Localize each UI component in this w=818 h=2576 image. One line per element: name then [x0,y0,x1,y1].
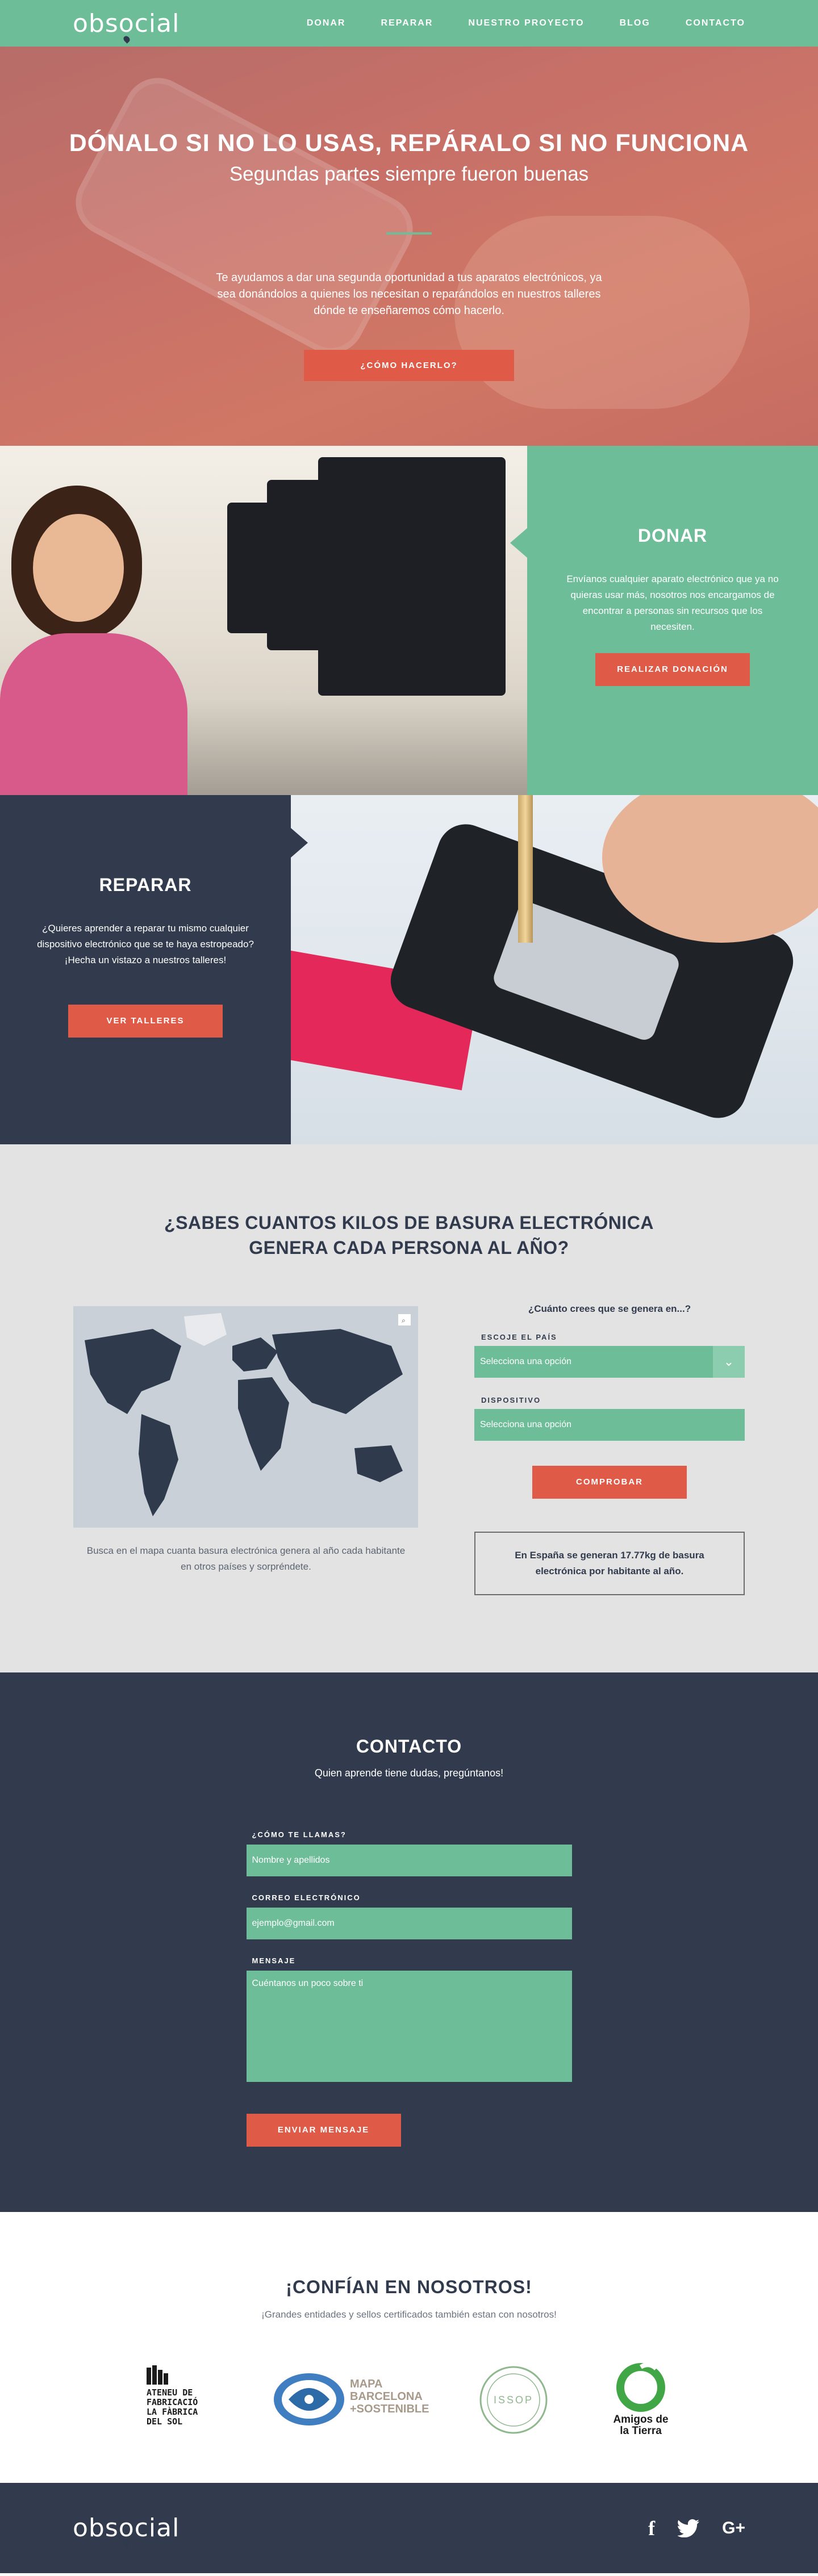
main-menu: DONAR REPARAR NUESTRO PROYECTO BLOG CONT… [307,18,745,28]
enviar-mensaje-button[interactable]: ENVIAR MENSAJE [246,2114,401,2147]
logo[interactable]: obso cial [73,9,180,44]
logo-text-end: cial [134,9,180,38]
partners-section: ¡CONFÍAN EN NOSOTROS! ¡Grandes entidades… [0,2212,818,2483]
world-map-graphic: ⌕ [73,1306,418,1528]
mapa-barcelona-sostenible-logo[interactable]: MAPA BARCELONA +SOSTENIBLE [272,2371,429,2433]
donar-title: DONAR [637,525,708,546]
amigos-de-la-tierra-logo[interactable]: Amigos de la Tierra [604,2362,678,2441]
reparar-title: REPARAR [99,875,192,895]
nav-donar[interactable]: DONAR [307,18,346,28]
hero-divider [386,232,432,235]
nav-blog[interactable]: BLOG [620,18,650,28]
reparar-panel: REPARAR ¿Quieres aprender a reparar tu m… [0,795,308,1144]
children-computers-photo [0,446,527,795]
device-select-value: Selecciona una opción [480,1420,572,1429]
phone-repair-photo [291,795,818,1144]
device-label: DISPOSITIVO [481,1396,541,1404]
partners-title: ¡CONFÍAN EN NOSOTROS! [286,2277,532,2297]
reparar-text: ¿Quieres aprender a reparar tu mismo cua… [37,923,254,965]
result-text: En España se generan 17.77kg de basura e… [515,1550,704,1576]
email-field[interactable]: ejemplo@gmail.com [246,1908,572,1939]
comprobar-button[interactable]: COMPROBAR [532,1466,687,1499]
email-label: CORREO ELECTRÓNICO [252,1893,361,1902]
ewaste-title: ¿SABES CUANTOS KILOS DE BASURA ELECTRÓNI… [164,1212,654,1258]
contact-form: ¿CÓMO TE LLAMAS? Nombre y apellidos CORR… [246,1830,572,2147]
contact-section: CONTACTO Quien aprende tiene dudas, preg… [0,1672,818,2212]
issop-logo[interactable]: ISSOP [479,2365,548,2435]
footer-logo[interactable]: obso cial [73,2514,180,2548]
result-box: En España se generan 17.77kg de basura e… [474,1532,745,1595]
realizar-donacion-button[interactable]: REALIZAR DONACIÓN [595,653,750,686]
ewaste-quiz: ¿Cuánto crees que se genera en...? ESCOJ… [474,1303,745,1595]
name-field[interactable]: Nombre y apellidos [246,1845,572,1876]
country-label: ESCOJE EL PAÍS [481,1333,557,1341]
nav-nuestro-proyecto[interactable]: NUESTRO PROYECTO [468,18,584,28]
contact-title: CONTACTO [356,1736,462,1757]
message-field[interactable]: Cuéntanos un poco sobre ti [246,1971,572,2082]
donar-panel: DONAR Envíanos cualquier aparato electró… [510,446,818,795]
ver-talleres-button[interactable]: VER TALLERES [68,1005,223,1038]
hero-section: DÓNALO SI NO LO USAS, REPÁRALO SI NO FUN… [0,0,818,446]
svg-text:⌕: ⌕ [402,1316,406,1324]
hero-text: Te ayudamos a dar una segunda oportunida… [216,271,602,317]
logo-text: obs [73,9,119,38]
hero-subtitle: Segundas partes siempre fueron buenas [229,163,589,185]
map-caption: Busca en el mapa cuanta basura electróni… [86,1545,406,1572]
twitter-icon[interactable] [678,2519,700,2537]
message-label: MENSAJE [252,1956,296,1965]
reparar-section: REPARAR ¿Quieres aprender a reparar tu m… [0,795,818,1144]
facebook-icon[interactable]: f [648,2516,655,2540]
quiz-question: ¿Cuánto crees que se genera en...? [528,1303,691,1314]
ewaste-section: ¿SABES CUANTOS KILOS DE BASURA ELECTRÓNI… [0,1144,818,1672]
top-navbar: obso cial DONAR REPARAR NUESTRO PROYECTO … [0,0,818,47]
partners-subtitle: ¡Grandes entidades y sellos certificados… [261,2309,557,2320]
world-map[interactable]: ⌕ [73,1306,418,1528]
country-select-value: Selecciona una opción [480,1357,572,1366]
hero-title: DÓNALO SI NO LO USAS, REPÁRALO SI NO FUN… [69,129,749,157]
como-hacerlo-button[interactable]: ¿CÓMO HACERLO? [304,350,514,381]
nav-contacto[interactable]: CONTACTO [686,18,745,28]
social-links: f G+ [648,2516,745,2540]
chevron-down-icon[interactable]: ⌄ [713,1346,745,1378]
contact-subtitle: Quien aprende tiene dudas, pregúntanos! [314,1767,504,1779]
google-plus-icon[interactable]: G+ [722,2519,745,2538]
partner-logos: ATENEU DE FABRICACIÓ LA FÀBRICA DEL SOL … [0,2360,818,2439]
ateneu-fabricacio-logo[interactable]: ATENEU DE FABRICACIÓ LA FÀBRICA DEL SOL [147,2365,220,2439]
nav-reparar[interactable]: REPARAR [381,18,433,28]
country-select[interactable]: Selecciona una opción ⌄ [474,1346,745,1378]
donar-section: DONAR Envíanos cualquier aparato electró… [0,446,818,795]
name-label: ¿CÓMO TE LLAMAS? [252,1830,347,1839]
logo-o: o [119,9,135,44]
donar-text: Envíanos cualquier aparato electrónico q… [566,574,779,632]
footer: obso cial f G+ [0,2483,818,2573]
device-select[interactable]: Selecciona una opción [474,1409,745,1441]
